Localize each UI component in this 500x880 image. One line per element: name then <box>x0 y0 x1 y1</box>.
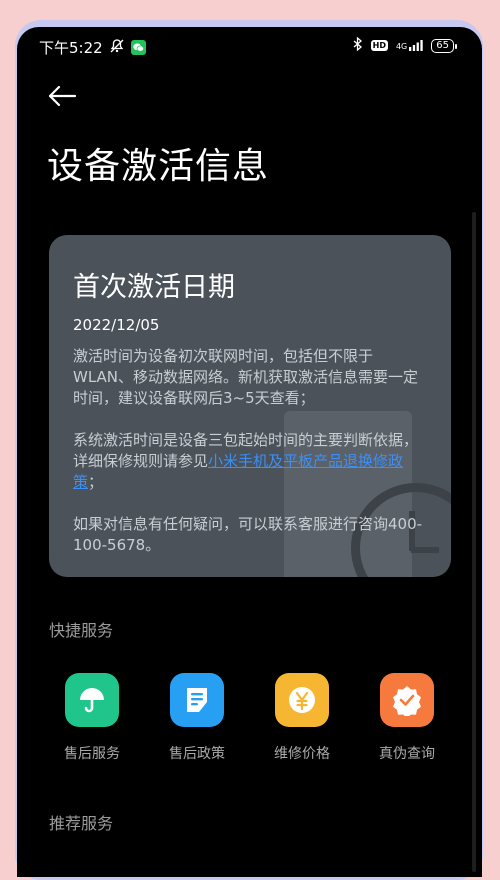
service-policy[interactable]: 售后政策 <box>152 673 242 763</box>
activation-description: 激活时间为设备初次联网时间，包括但不限于WLAN、移动数据网络。新机获取激活信息… <box>73 347 419 407</box>
quick-services-heading: 快捷服务 <box>49 621 114 640</box>
service-label: 维修价格 <box>274 746 330 762</box>
service-label: 售后政策 <box>169 746 225 762</box>
status-time: 下午5:22 <box>39 39 103 57</box>
wechat-icon <box>130 40 146 55</box>
scrollbar[interactable] <box>472 212 476 872</box>
activation-date: 2022/12/05 <box>73 316 160 334</box>
service-label: 真伪查询 <box>379 746 435 762</box>
quick-services-grid: 售后服务 售后政策 维修价格 真伪查询 <box>47 673 457 773</box>
contact-description: 如果对信息有任何疑问，可以联系客服进行咨询400-100-5678。 <box>73 515 423 554</box>
activation-info-card: 首次激活日期 2022/12/05 激活时间为设备初次联网时间，包括但不限于WL… <box>49 235 451 577</box>
battery-indicator: 65 <box>431 38 457 53</box>
warranty-description: 系统激活时间是设备三包起始时间的主要判断依据，详细保修规则请参见小米手机及平板产… <box>73 431 419 491</box>
service-after-sales[interactable]: 售后服务 <box>47 673 137 763</box>
back-button[interactable] <box>47 85 81 107</box>
document-icon <box>170 673 224 727</box>
service-authenticity-check[interactable]: 真伪查询 <box>362 673 452 763</box>
mute-icon <box>109 38 125 58</box>
service-label: 售后服务 <box>64 746 120 762</box>
yen-coin-icon <box>275 673 329 727</box>
umbrella-icon <box>65 673 119 727</box>
verified-badge-icon <box>380 673 434 727</box>
service-repair-price[interactable]: 维修价格 <box>257 673 347 763</box>
signal-icon: 4G <box>396 40 423 51</box>
bluetooth-icon <box>353 36 363 54</box>
card-title: 首次激活日期 <box>73 272 235 303</box>
arrow-left-icon <box>48 85 77 107</box>
status-bar: 下午5:22 HD 4G 65 <box>17 27 482 67</box>
hd-voice-icon: HD <box>370 40 388 51</box>
page-title: 设备激活信息 <box>47 146 270 187</box>
phone-screen: 下午5:22 HD 4G 65 设备激活信息 首次激活日期 2022/12/05… <box>17 27 482 877</box>
recommended-services-heading: 推荐服务 <box>49 814 114 833</box>
